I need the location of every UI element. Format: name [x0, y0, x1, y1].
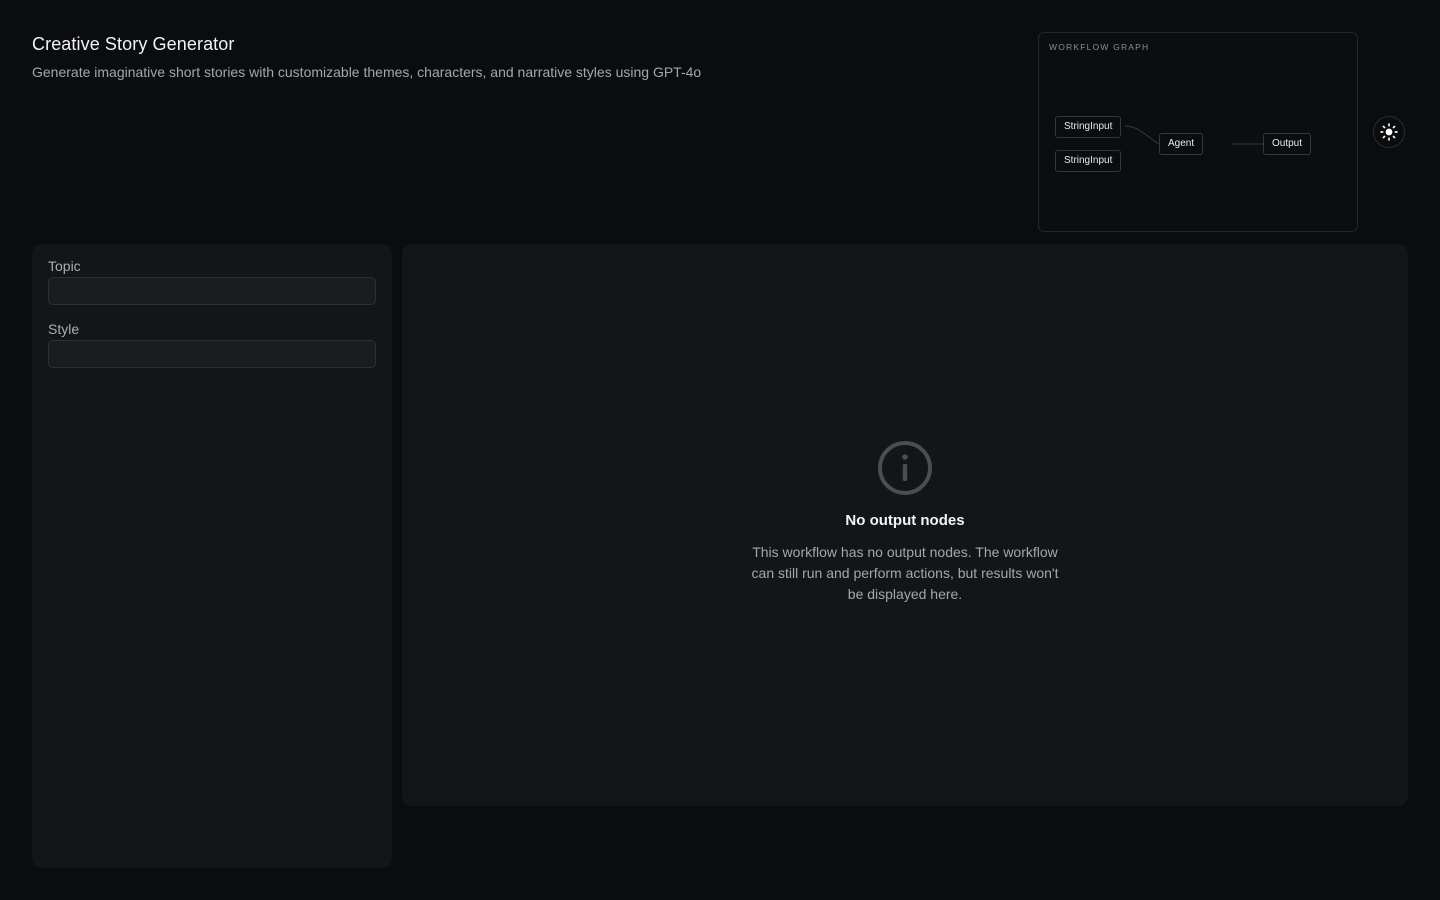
topic-field: Topic [48, 258, 376, 305]
graph-node-agent[interactable]: Agent [1159, 133, 1204, 155]
graph-node-output[interactable]: Output [1263, 133, 1312, 155]
style-input[interactable] [48, 340, 376, 368]
style-label: Style [48, 321, 80, 337]
topic-label: Topic [48, 258, 81, 274]
graph-node-stringinput-1[interactable]: StringInput [1055, 116, 1122, 138]
page-subtitle: Generate imaginative short stories with … [32, 64, 702, 80]
sun-icon [1380, 123, 1398, 141]
info-icon [878, 441, 932, 495]
empty-state-title: No output nodes [845, 512, 965, 529]
topic-input[interactable] [48, 277, 376, 305]
output-panel: No output nodes This workflow has no out… [402, 244, 1408, 806]
page-title: Creative Story Generator [32, 34, 235, 54]
workflow-graph-panel: WORKFLOW GRAPH StringInput StringInput A… [1038, 32, 1358, 232]
empty-state-message: This workflow has no output nodes. The w… [751, 544, 1059, 602]
style-field: Style [48, 321, 376, 368]
theme-toggle-button[interactable] [1373, 116, 1405, 148]
graph-node-stringinput-2[interactable]: StringInput [1055, 150, 1122, 172]
edge-stringinput-1-agent [1124, 125, 1160, 145]
page-header: Creative Story Generator Generate imagin… [32, 34, 701, 80]
inputs-panel: Topic Style [32, 244, 392, 868]
empty-state: No output nodes This workflow has no out… [402, 440, 1408, 605]
